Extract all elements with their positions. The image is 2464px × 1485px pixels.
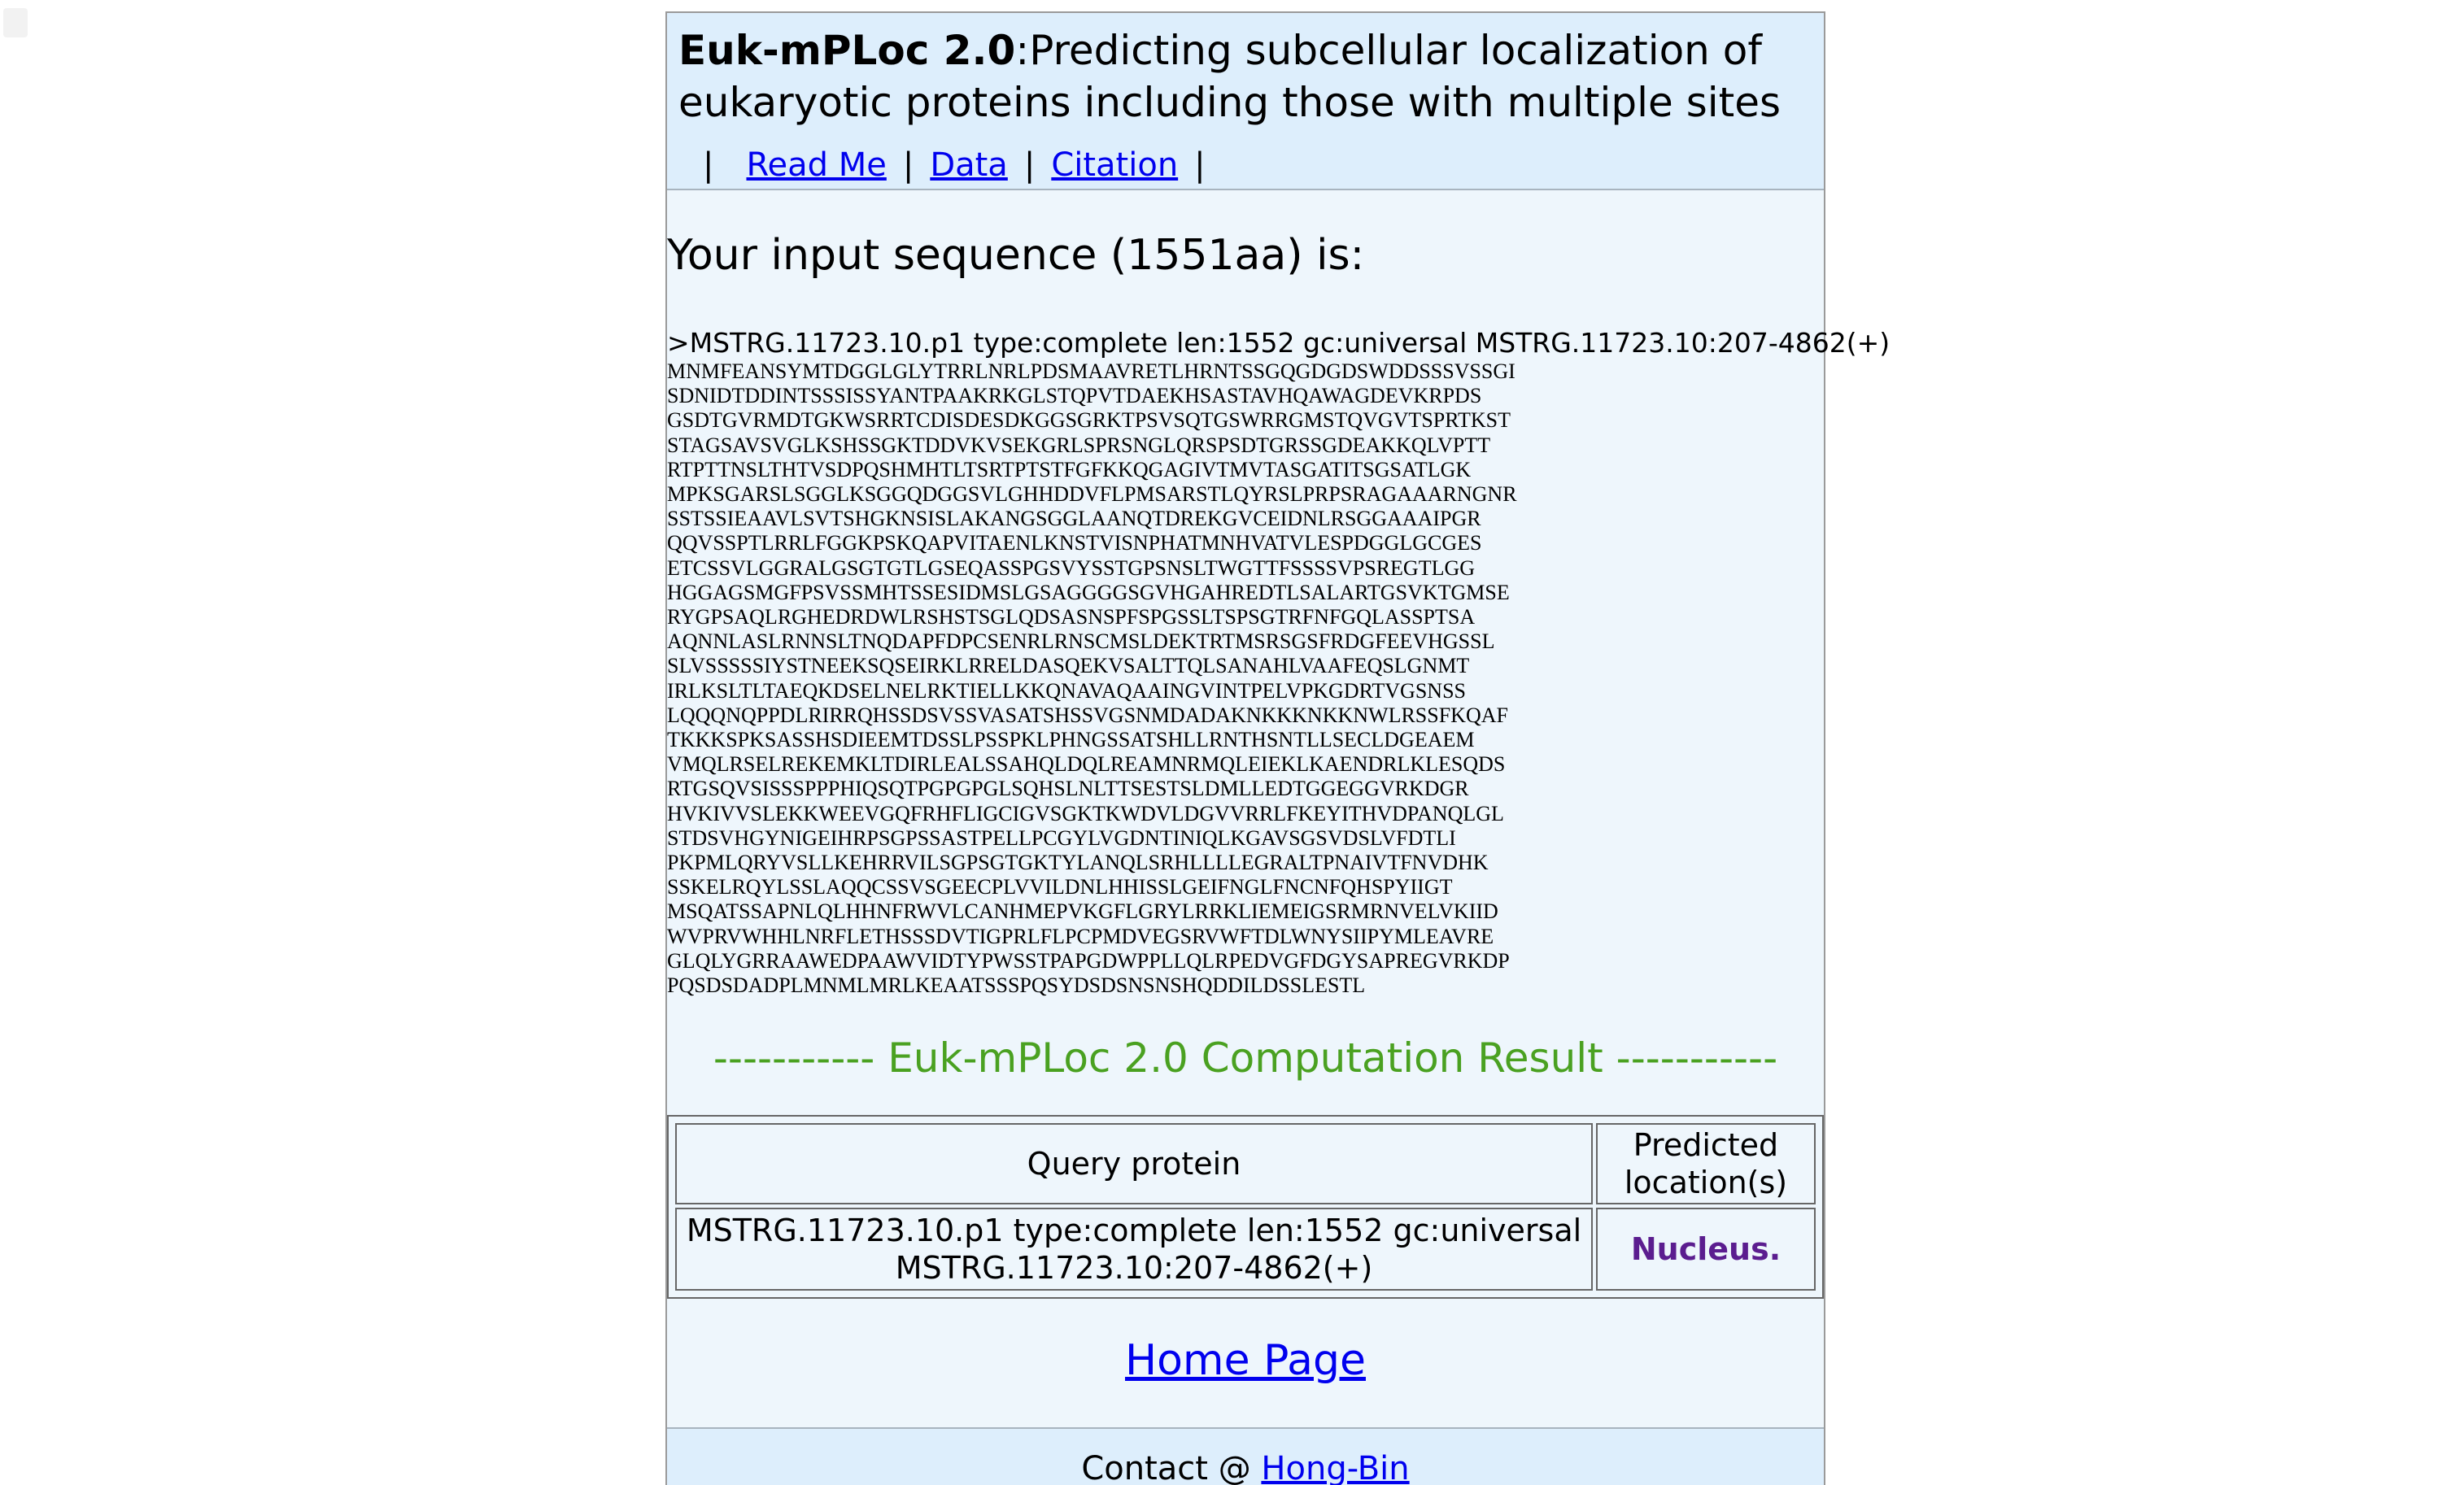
footer: Contact @ Hong-Bin [667,1427,1824,1485]
result-title: ----------- Euk-mPLoc 2.0 Computation Re… [713,1034,1778,1082]
query-protein-cell: MSTRG.11723.10.p1 type:complete len:1552… [675,1208,1593,1291]
contact-label: Contact @ [1081,1450,1251,1485]
header: Euk-mPLoc 2.0:Predicting subcellular loc… [667,13,1824,190]
nav-bar: | Read Me | Data | Citation | [678,146,1812,184]
nav-separator: | [703,146,714,184]
page-container: Euk-mPLoc 2.0:Predicting subcellular loc… [665,11,1891,1485]
table-header-row: Query protein Predicted location(s) [675,1123,1816,1205]
nav-separator: | [1023,146,1036,184]
page-title: Euk-mPLoc 2.0:Predicting subcellular loc… [678,24,1812,128]
nav-link-read-me[interactable]: Read Me [746,146,886,184]
input-sequence-heading: Your input sequence (1551aa) is: [667,231,1365,280]
home-section: Home Page [667,1336,1824,1427]
nav-separator: | [1194,146,1206,184]
sequence-header: >MSTRG.11723.10.p1 type:complete len:155… [667,327,1891,359]
nav-separator: | [902,146,914,184]
home-page-link[interactable]: Home Page [1125,1336,1366,1385]
column-header-location: Predicted location(s) [1596,1123,1816,1205]
result-table: Query protein Predicted location(s) MSTR… [672,1120,1819,1294]
column-header-query: Query protein [675,1123,1593,1205]
table-row: MSTRG.11723.10.p1 type:complete len:1552… [675,1208,1816,1291]
page-icon [3,8,28,37]
title-app-name: Euk-mPLoc 2.0 [678,27,1016,74]
nav-link-citation[interactable]: Citation [1051,146,1178,184]
main-content: Your input sequence (1551aa) is: >MSTRG.… [667,229,1891,1427]
sequence-text: MNMFEANSYMTDGGLGLYTRRLNRLPDSMAAVRETLHRNT… [667,359,1517,998]
nav-link-data[interactable]: Data [930,146,1008,184]
result-table-frame: Query protein Predicted location(s) MSTR… [667,1115,1824,1300]
contact-link[interactable]: Hong-Bin [1261,1450,1409,1485]
predicted-location-cell: Nucleus. [1596,1208,1816,1291]
